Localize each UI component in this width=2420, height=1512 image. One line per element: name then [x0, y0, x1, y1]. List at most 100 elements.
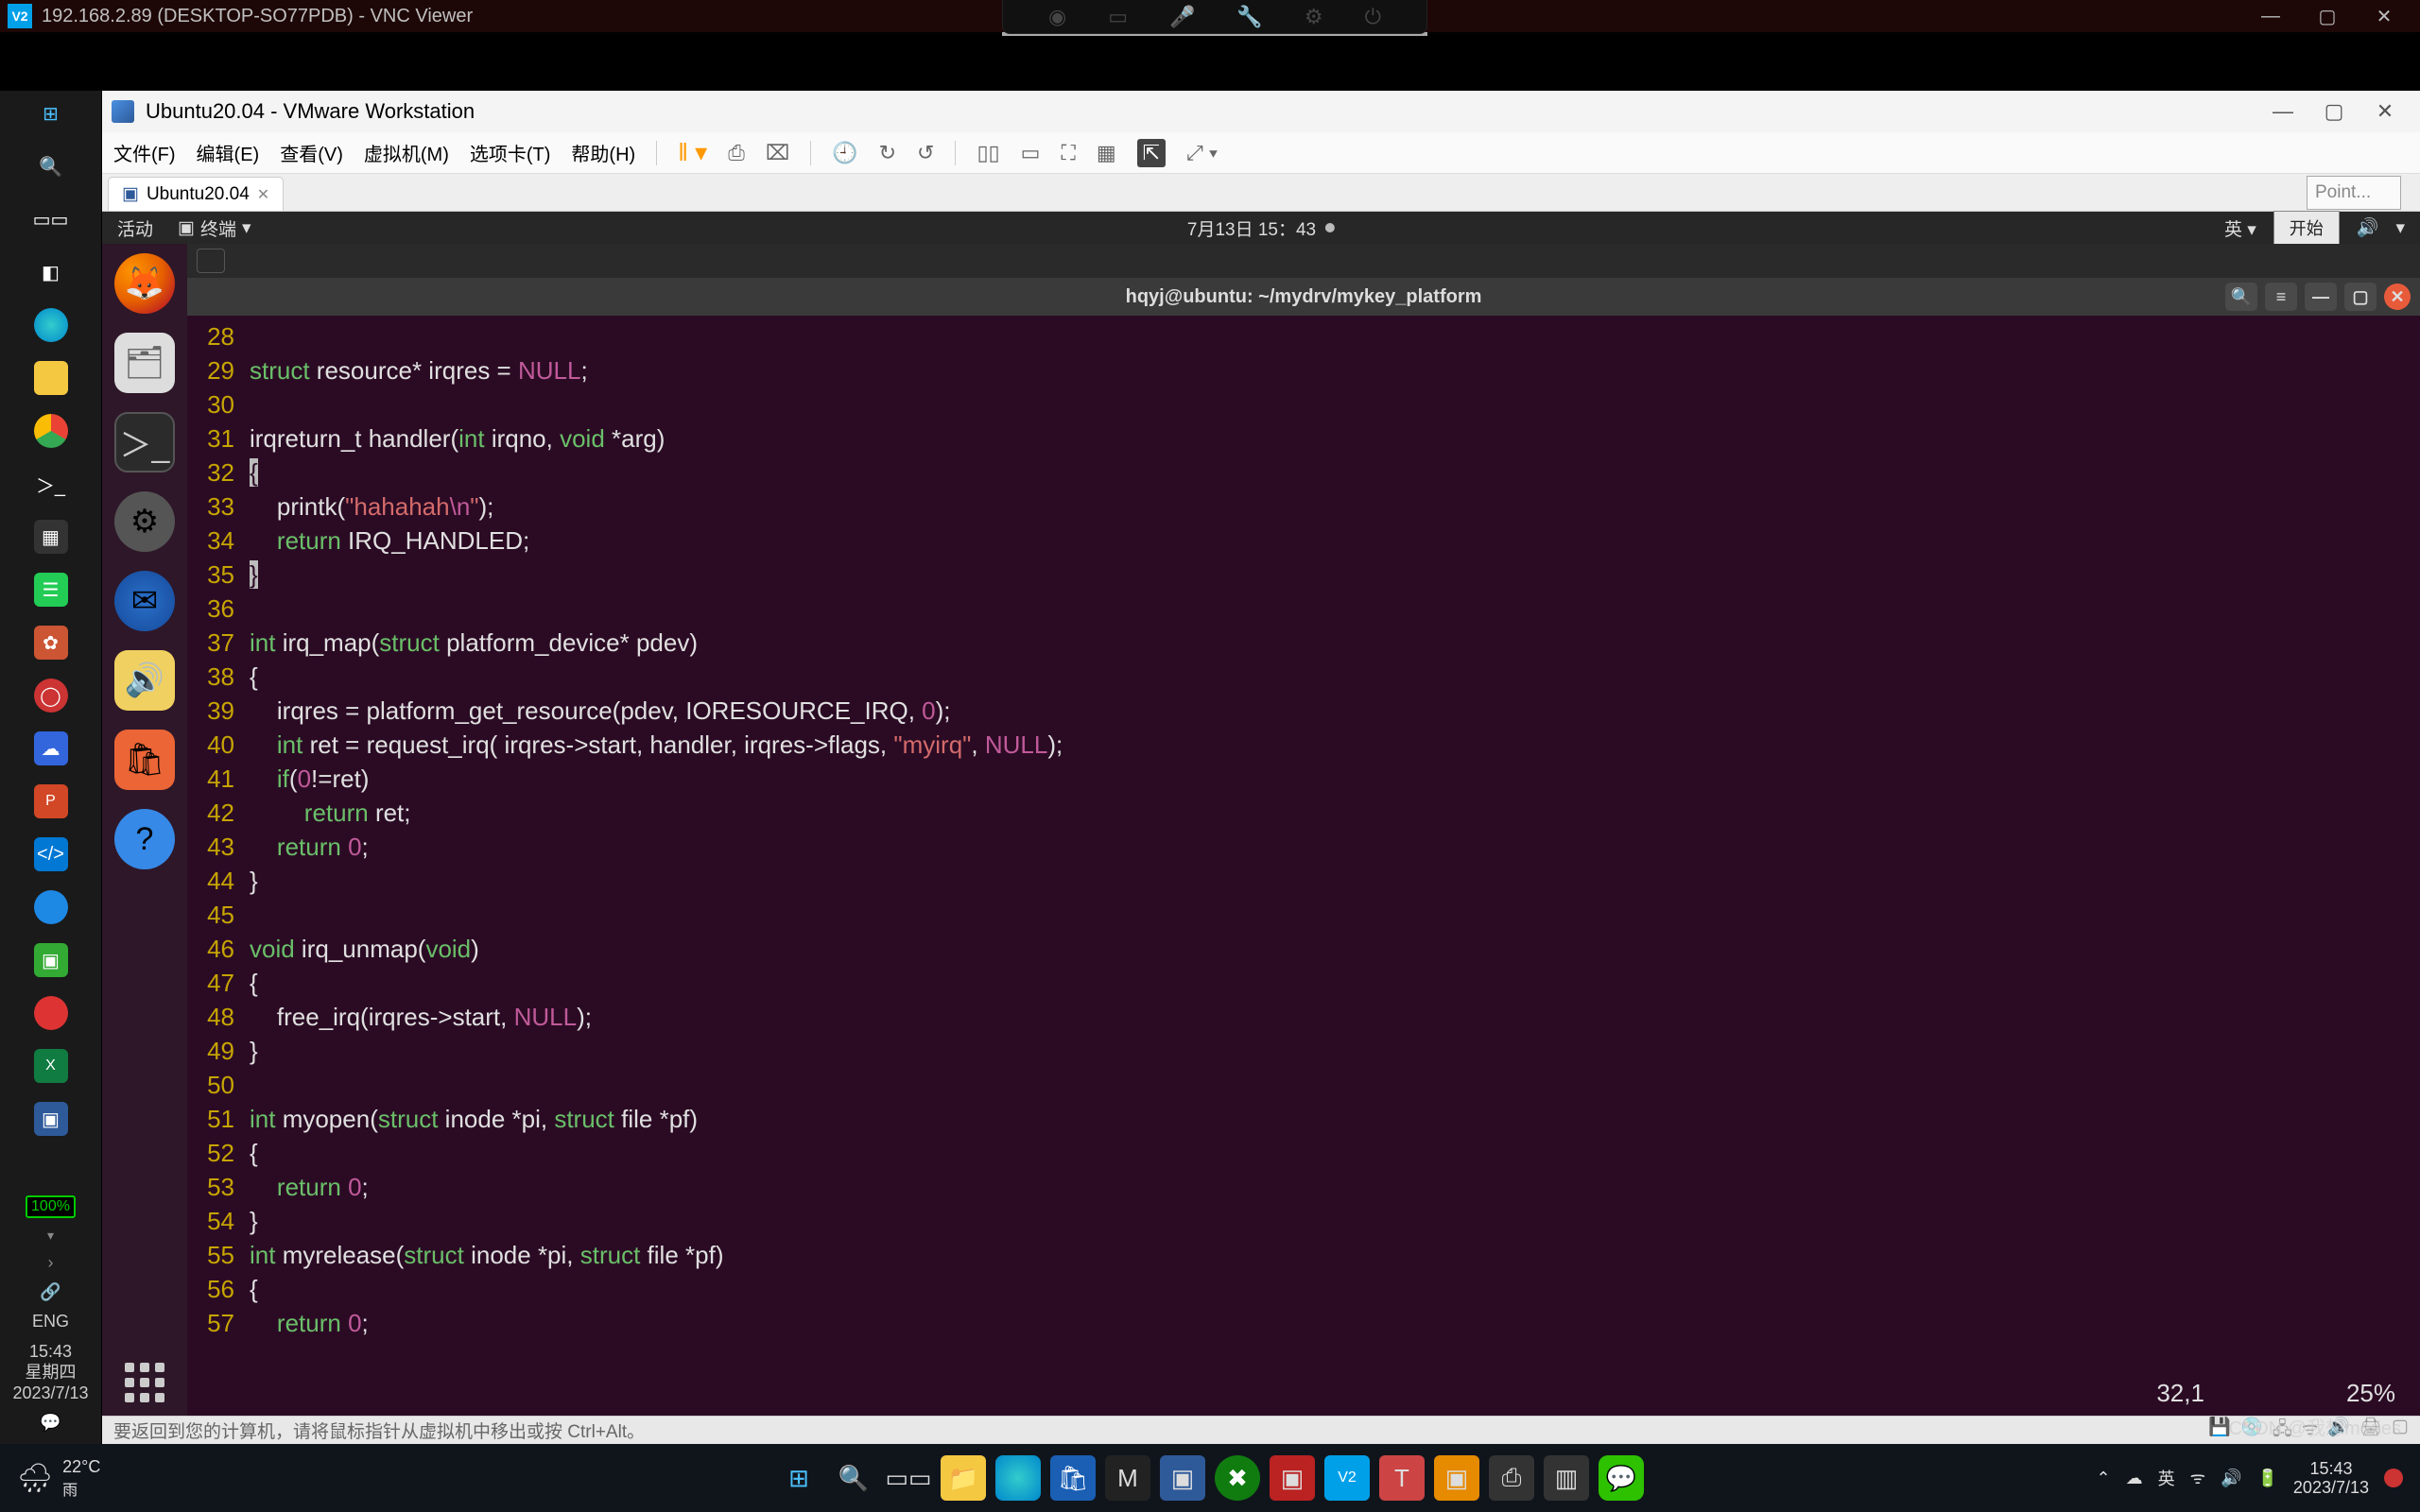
vmware-close-button[interactable]: ✕: [2360, 99, 2411, 124]
wechat-icon[interactable]: 💬: [1599, 1455, 1644, 1501]
app-b1-icon[interactable]: M: [1105, 1455, 1150, 1501]
snap-back-icon[interactable]: ↻: [879, 141, 896, 165]
lang-indicator[interactable]: ENG: [32, 1312, 69, 1332]
excel-icon[interactable]: X: [34, 1049, 68, 1083]
app-b2-icon[interactable]: ▣: [1160, 1455, 1205, 1501]
vmware-bottom-icon[interactable]: ▣: [1434, 1455, 1479, 1501]
gear-icon[interactable]: ⚙: [1305, 5, 1323, 29]
tray-wifi-icon[interactable]: ᯤ: [2190, 1467, 2205, 1489]
tools-icon[interactable]: 🔧: [1236, 5, 1262, 29]
vm-tab-ubuntu[interactable]: ▣ Ubuntu20.04 ✕: [108, 177, 284, 211]
term-close-button[interactable]: ✕: [2384, 284, 2411, 310]
power-icon[interactable]: ⏻: [1365, 5, 1381, 29]
snapshot-icon[interactable]: ⎙: [728, 141, 745, 165]
app-icon-5[interactable]: ☁: [34, 731, 68, 765]
vnc-maximize-button[interactable]: ▢: [2299, 5, 2356, 28]
taskview-bottom-icon[interactable]: ▭▭: [886, 1455, 931, 1501]
software-icon[interactable]: 🛍: [114, 730, 175, 790]
vnc-close-button[interactable]: ✕: [2356, 5, 2412, 28]
start-icon[interactable]: ⊞: [776, 1455, 821, 1501]
app-icon-6[interactable]: [34, 890, 68, 924]
menu-help[interactable]: 帮助(H): [571, 139, 635, 166]
search-icon[interactable]: 🔍: [34, 149, 68, 183]
view-unity-icon[interactable]: ▭: [1021, 141, 1041, 165]
stretch-icon[interactable]: ⇱: [1137, 139, 1166, 167]
clock-icon[interactable]: 🕘: [832, 141, 857, 165]
tray-volume-icon[interactable]: 🔊: [2221, 1469, 2241, 1488]
fit-icon[interactable]: ⤢ ▾: [1186, 141, 1218, 165]
power-menu-icon[interactable]: ▾: [2395, 217, 2405, 239]
topbar-app-indicator[interactable]: ▣ 终端 ▾: [168, 215, 261, 241]
terminal-dock-icon[interactable]: ＞_: [114, 412, 175, 472]
expand-icon[interactable]: ›: [48, 1253, 54, 1273]
record-icon[interactable]: ◉: [1048, 5, 1066, 29]
vmware-taskbar-icon[interactable]: ▣: [34, 1102, 68, 1136]
menu-view[interactable]: 查看(V): [280, 139, 343, 166]
view-fullscreen-icon[interactable]: ⛶: [1061, 141, 1075, 165]
help-icon[interactable]: ?: [114, 809, 175, 869]
tray-lang[interactable]: 英: [2158, 1466, 2175, 1490]
menu-vm[interactable]: 虚拟机(M): [364, 139, 449, 166]
app-icon-1[interactable]: ▦: [34, 520, 68, 554]
vscode-icon[interactable]: </>: [34, 837, 68, 871]
search-button[interactable]: 🔍: [2225, 283, 2257, 311]
tray-battery-icon[interactable]: 🔋: [2257, 1469, 2278, 1488]
input-lang[interactable]: 英 ▾: [2224, 215, 2256, 241]
weather-widget[interactable]: 🌧 22°C 雨: [0, 1457, 117, 1500]
edge-bottom-icon[interactable]: [995, 1455, 1041, 1501]
editor-area[interactable]: 2829struct resource* irqres = NULL;3031i…: [187, 316, 2420, 1416]
new-tab-icon[interactable]: [197, 249, 225, 273]
windows-start-icon[interactable]: ⊞: [34, 96, 68, 130]
app-icon-8[interactable]: [34, 996, 68, 1030]
app-b5-icon[interactable]: ▥: [1544, 1455, 1589, 1501]
taskview-icon[interactable]: ▭▭: [34, 202, 68, 236]
show-apps-button[interactable]: [102, 1363, 187, 1402]
send-ctrlaltdel-icon[interactable]: ⌧: [766, 141, 789, 165]
battery-indicator[interactable]: 100%: [26, 1195, 76, 1218]
app-icon-3[interactable]: ✿: [34, 626, 68, 660]
mic-icon[interactable]: 🎤: [1169, 5, 1195, 29]
files-icon[interactable]: 🗂: [114, 333, 175, 393]
powerpoint-icon[interactable]: P: [34, 784, 68, 818]
chat-icon[interactable]: 💬: [40, 1413, 60, 1433]
store-icon[interactable]: 🛍: [1050, 1455, 1096, 1501]
start-button[interactable]: 开始: [2273, 211, 2340, 245]
vmware-minimize-button[interactable]: —: [2257, 99, 2308, 124]
vmware-fullscreen-toolbar[interactable]: ◉ ▭ 🎤 🔧 ⚙ ⏻: [1002, 0, 1427, 34]
menu-edit[interactable]: 编辑(E): [197, 139, 260, 166]
tray-expand-icon[interactable]: ⌃: [2097, 1469, 2111, 1488]
app-b3-icon[interactable]: ▣: [1270, 1455, 1315, 1501]
text-icon[interactable]: T: [1379, 1455, 1425, 1501]
settings-dock-icon[interactable]: ⚙: [114, 491, 175, 552]
widgets-icon[interactable]: ◧: [34, 255, 68, 289]
search-bottom-icon[interactable]: 🔍: [831, 1455, 876, 1501]
vnc-bottom-icon[interactable]: V2: [1324, 1455, 1370, 1501]
topbar-datetime[interactable]: 7月13日 15：43: [1187, 215, 1316, 241]
pause-button[interactable]: ‖ ▾: [678, 138, 707, 167]
firefox-icon[interactable]: 🦊: [114, 253, 175, 314]
thunderbird-icon[interactable]: ✉: [114, 571, 175, 631]
app-icon-2[interactable]: ☰: [34, 573, 68, 607]
app-icon-4[interactable]: ◯: [34, 679, 68, 713]
onedrive-icon[interactable]: ☁: [2126, 1469, 2143, 1488]
camera-icon[interactable]: ▭: [1108, 5, 1128, 29]
snap-fwd-icon[interactable]: ↺: [917, 141, 934, 165]
notifications-icon[interactable]: [2384, 1469, 2403, 1487]
explorer-icon[interactable]: [34, 361, 68, 395]
link-icon[interactable]: 🔗: [40, 1282, 60, 1302]
vmware-maximize-button[interactable]: ▢: [2308, 99, 2360, 124]
xbox-icon[interactable]: ✖: [1215, 1455, 1260, 1501]
edge-icon[interactable]: [34, 308, 68, 342]
point-input[interactable]: Point...: [2307, 176, 2401, 210]
vm-tab-close-icon[interactable]: ✕: [257, 185, 269, 204]
terminal-icon[interactable]: ＞_: [34, 467, 68, 501]
menu-file[interactable]: 文件(F): [113, 139, 176, 166]
explorer-bottom-icon[interactable]: 📁: [941, 1455, 986, 1501]
app-b4-icon[interactable]: ⎙: [1489, 1455, 1534, 1501]
chrome-icon[interactable]: [34, 414, 68, 448]
app-icon-7[interactable]: ▣: [34, 943, 68, 977]
vnc-minimize-button[interactable]: —: [2242, 6, 2299, 27]
volume-icon[interactable]: 🔊: [2357, 216, 2379, 239]
term-minimize-button[interactable]: —: [2305, 283, 2337, 311]
menu-button[interactable]: ≡: [2265, 283, 2297, 311]
